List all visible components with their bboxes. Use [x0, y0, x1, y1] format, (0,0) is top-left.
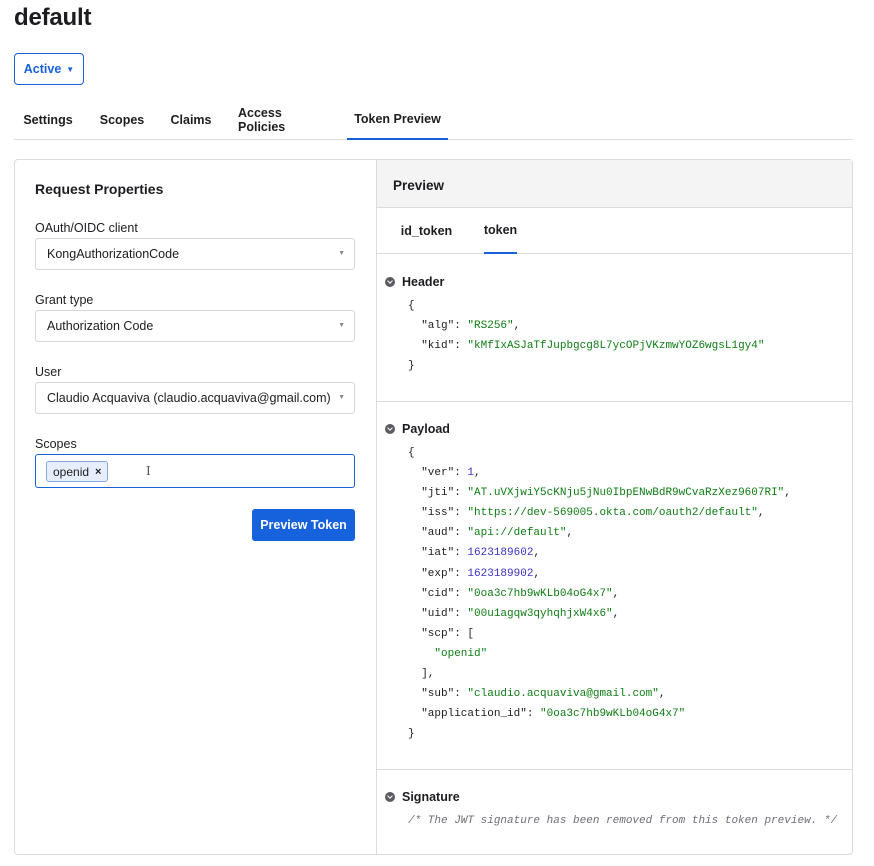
signature-section-toggle[interactable]: Signature: [385, 790, 460, 804]
request-properties-panel: Request Properties OAuth/OIDC client Kon…: [14, 159, 377, 855]
scope-chip: openid ×: [46, 461, 109, 482]
code-line: "iss": "https://dev-569005.okta.com/oaut…: [421, 507, 765, 520]
user-select[interactable]: Claudio Acquaviva (claudio.acquaviva@gma…: [35, 382, 355, 414]
user-value: Claudio Acquaviva (claudio.acquaviva@gma…: [47, 391, 331, 405]
caret-down-icon: ▼: [66, 64, 75, 74]
grant-type-select[interactable]: Authorization Code ▼: [35, 310, 355, 342]
code-line: ],: [421, 668, 435, 681]
signature-comment: /* The JWT signature has been removed fr…: [408, 815, 838, 827]
tab-bar: Settings Scopes Claims Access Policies T…: [14, 100, 853, 140]
chevron-down-circle-icon: [385, 277, 395, 287]
code-line: }: [408, 728, 415, 741]
header-section: Header { "alg": "RS256", "kid": "kMfIxAS…: [377, 255, 852, 402]
code-line: "jti": "AT.uVXjwiY5cKNju5jNu0IbpENwBdR9w…: [421, 487, 791, 500]
scope-chip-label: openid: [53, 464, 90, 479]
header-section-toggle[interactable]: Header: [385, 275, 444, 289]
tab-access-policies[interactable]: Access Policies: [238, 100, 330, 140]
payload-json: { "ver": 1, "jti": "AT.uVXjwiY5cKNju5jNu…: [408, 443, 791, 744]
payload-section-toggle[interactable]: Payload: [385, 422, 450, 436]
token-tab-bar: id_token token: [377, 208, 852, 254]
remove-icon[interactable]: ×: [95, 466, 101, 478]
tab-settings[interactable]: Settings: [23, 100, 72, 140]
tab-token-preview[interactable]: Token Preview: [347, 100, 448, 140]
tab-id-token[interactable]: id_token: [401, 208, 452, 254]
preview-title: Preview: [393, 178, 445, 193]
code-line: {: [408, 300, 415, 312]
code-line: "aud": "api://default",: [421, 527, 574, 540]
header-section-title: Header: [402, 275, 445, 289]
code-line: "kid": "kMfIxASJaTfJupbgcg8L7ycOPjVKzmwY…: [421, 340, 765, 353]
signature-section: Signature /* The JWT signature has been …: [377, 770, 852, 854]
user-label: User: [35, 365, 62, 379]
preview-panel: Preview id_token token Header { "alg": "…: [376, 159, 853, 855]
tab-claims[interactable]: Claims: [171, 100, 212, 140]
code-line: "openid": [434, 647, 488, 660]
preview-token-button[interactable]: Preview Token: [252, 509, 355, 541]
preview-header: Preview: [377, 160, 852, 208]
code-line: "sub": "claudio.acquaviva@gmail.com",: [421, 688, 666, 701]
code-line: "cid": "0oa3c7hb9wKLb04oG4x7",: [421, 587, 620, 600]
client-value: KongAuthorizationCode: [47, 247, 180, 261]
text-cursor-icon: I: [146, 464, 151, 478]
code-line: "ver": 1,: [421, 467, 481, 480]
code-line: "scp": [: [421, 627, 475, 640]
code-line: "alg": "RS256",: [421, 320, 521, 333]
code-line: "iat": 1623189602,: [421, 547, 541, 560]
scopes-label: Scopes: [35, 437, 77, 451]
code-line: "application_id": "0oa3c7hb9wKLb04oG4x7": [421, 708, 686, 721]
chevron-down-circle-icon: [385, 792, 395, 802]
request-properties-title: Request Properties: [35, 181, 164, 197]
grant-type-label: Grant type: [35, 293, 94, 307]
payload-section: Payload { "ver": 1, "jti": "AT.uVXjwiY5c…: [377, 402, 852, 770]
scopes-input[interactable]: openid × I: [35, 454, 355, 488]
status-label: Active: [23, 62, 62, 76]
code-line: "exp": 1623189902,: [421, 567, 541, 580]
caret-down-icon: ▼: [338, 394, 345, 401]
grant-type-value: Authorization Code: [47, 319, 154, 333]
payload-section-title: Payload: [402, 422, 450, 436]
header-json: { "alg": "RS256", "kid": "kMfIxASJaTfJup…: [408, 296, 764, 376]
caret-down-icon: ▼: [338, 322, 345, 329]
chevron-down-circle-icon: [385, 424, 395, 434]
code-line: "uid": "00u1agqw3qyhqhjxW4x6",: [421, 607, 620, 620]
page-title: default: [14, 4, 92, 31]
signature-section-title: Signature: [402, 790, 460, 804]
tab-scopes[interactable]: Scopes: [100, 100, 144, 140]
status-dropdown-button[interactable]: Active ▼: [14, 53, 84, 85]
caret-down-icon: ▼: [338, 250, 345, 257]
tab-token[interactable]: token: [484, 208, 517, 254]
code-line: }: [408, 360, 415, 373]
client-select[interactable]: KongAuthorizationCode ▼: [35, 238, 355, 270]
code-line: {: [408, 447, 415, 459]
client-label: OAuth/OIDC client: [35, 221, 138, 235]
